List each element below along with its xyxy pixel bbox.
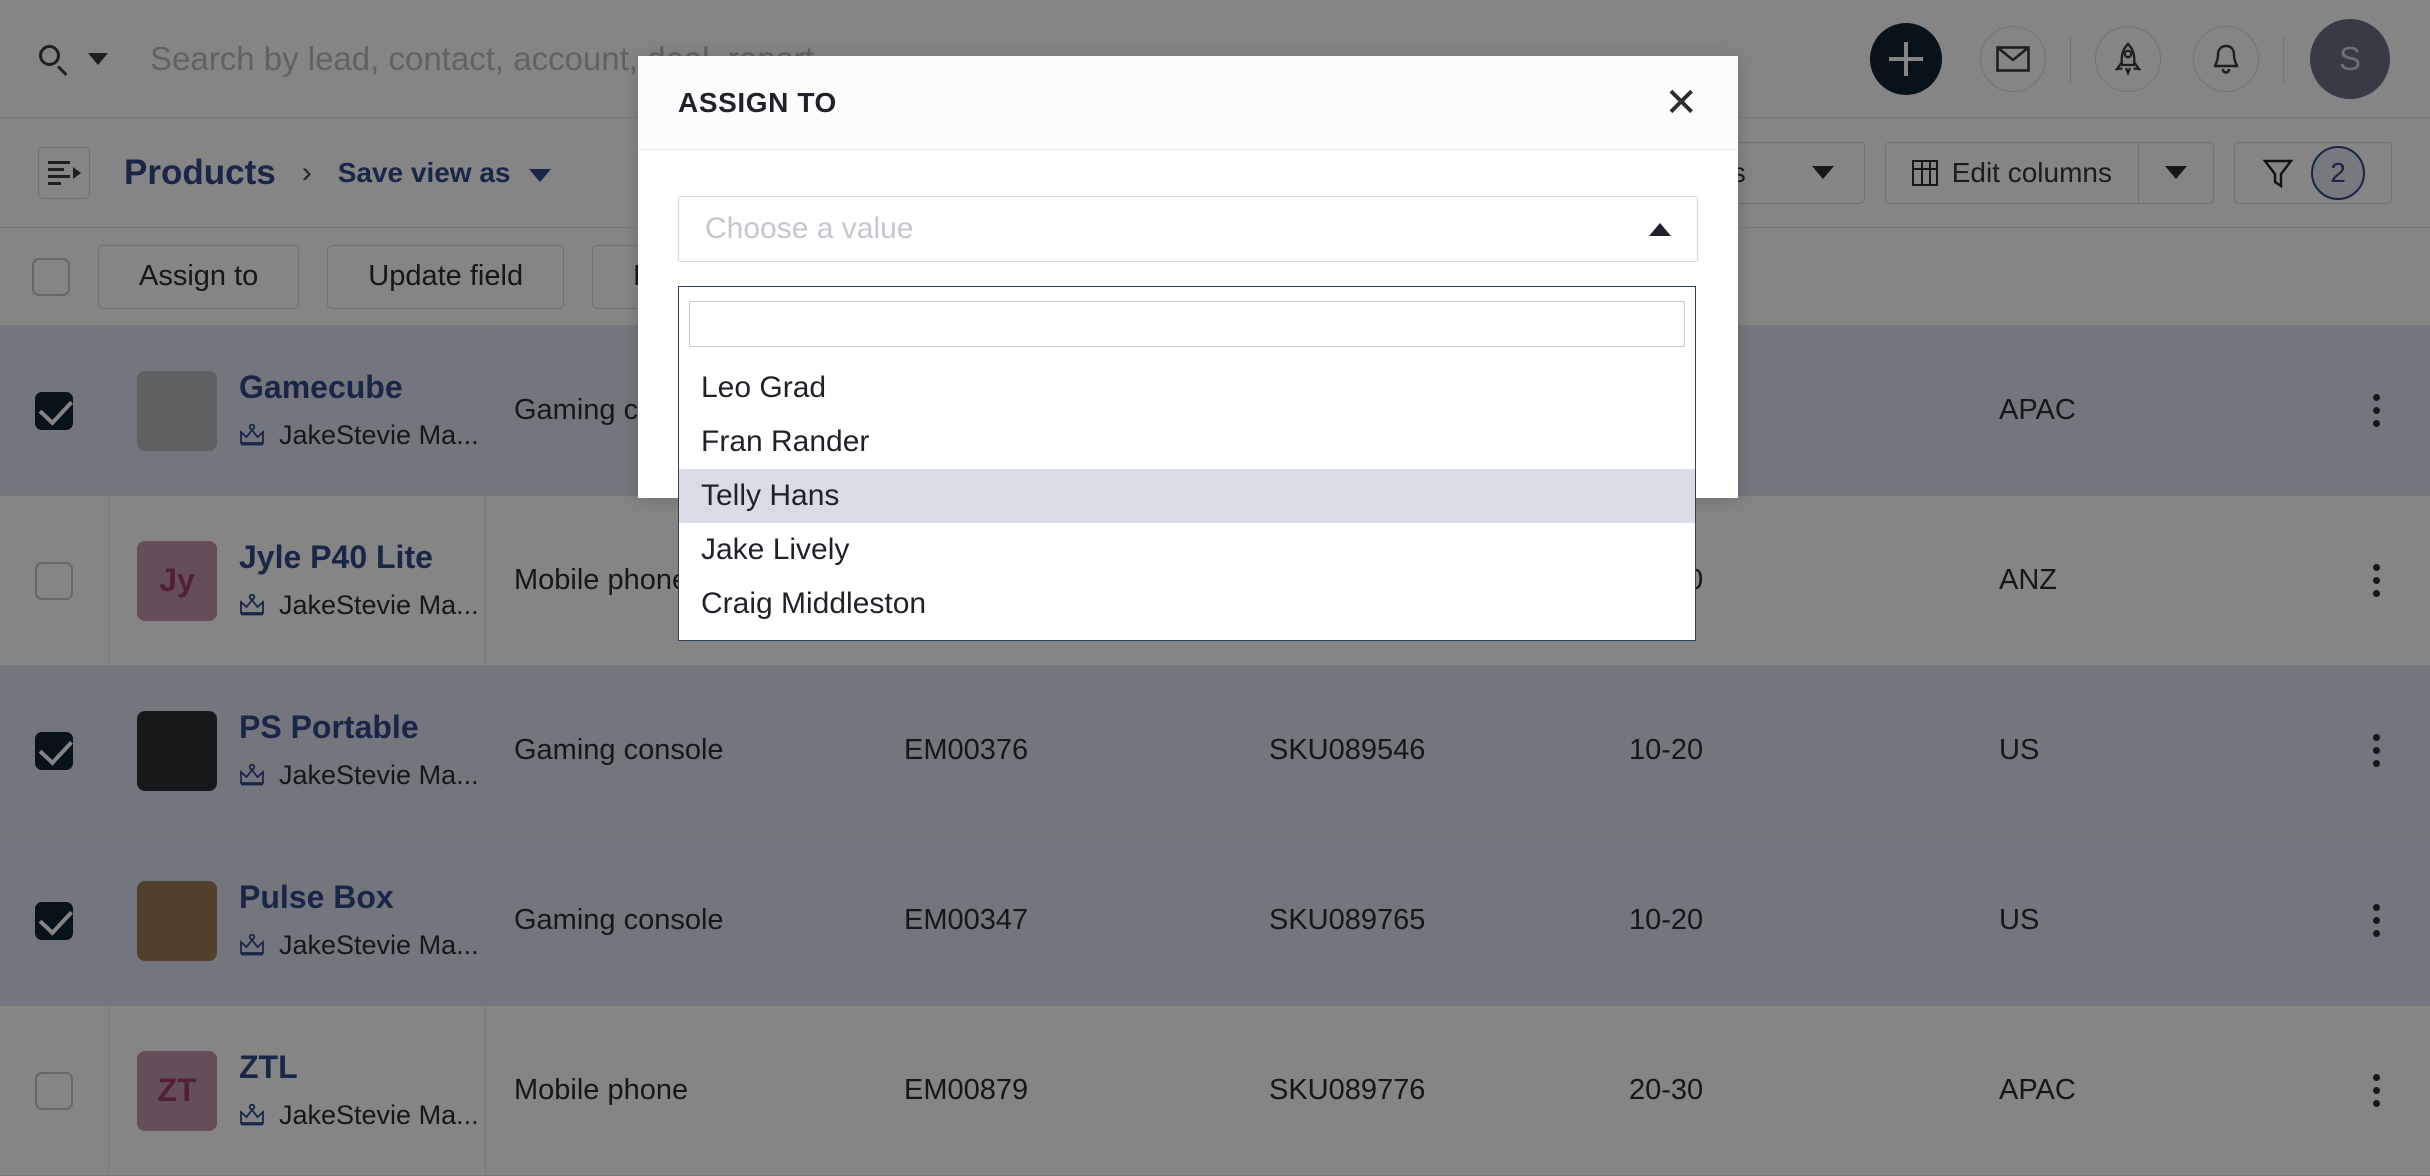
assignee-select-placeholder: Choose a value [705, 212, 913, 246]
dropdown-option[interactable]: Jake Lively [679, 523, 1695, 577]
dropdown-option[interactable]: Telly Hans [679, 469, 1695, 523]
modal-body: Choose a value [638, 150, 1738, 262]
dropdown-option[interactable]: John Crown [679, 631, 1695, 641]
dropdown-option[interactable]: Fran Rander [679, 415, 1695, 469]
dropdown-search-input[interactable] [689, 301, 1685, 347]
chevron-up-icon [1649, 223, 1671, 236]
assignee-select[interactable]: Choose a value [678, 196, 1698, 262]
modal-header: ASSIGN TO ✕ [638, 56, 1738, 150]
dropdown-option[interactable]: Leo Grad [679, 361, 1695, 415]
close-icon[interactable]: ✕ [1664, 83, 1698, 123]
dropdown-option[interactable]: Craig Middleston [679, 577, 1695, 631]
dropdown-option-list: Leo GradFran RanderTelly HansJake Lively… [679, 361, 1695, 641]
modal-title: ASSIGN TO [678, 87, 837, 119]
dropdown-search-wrap [679, 287, 1695, 347]
assignee-dropdown: Leo GradFran RanderTelly HansJake Lively… [678, 286, 1696, 641]
